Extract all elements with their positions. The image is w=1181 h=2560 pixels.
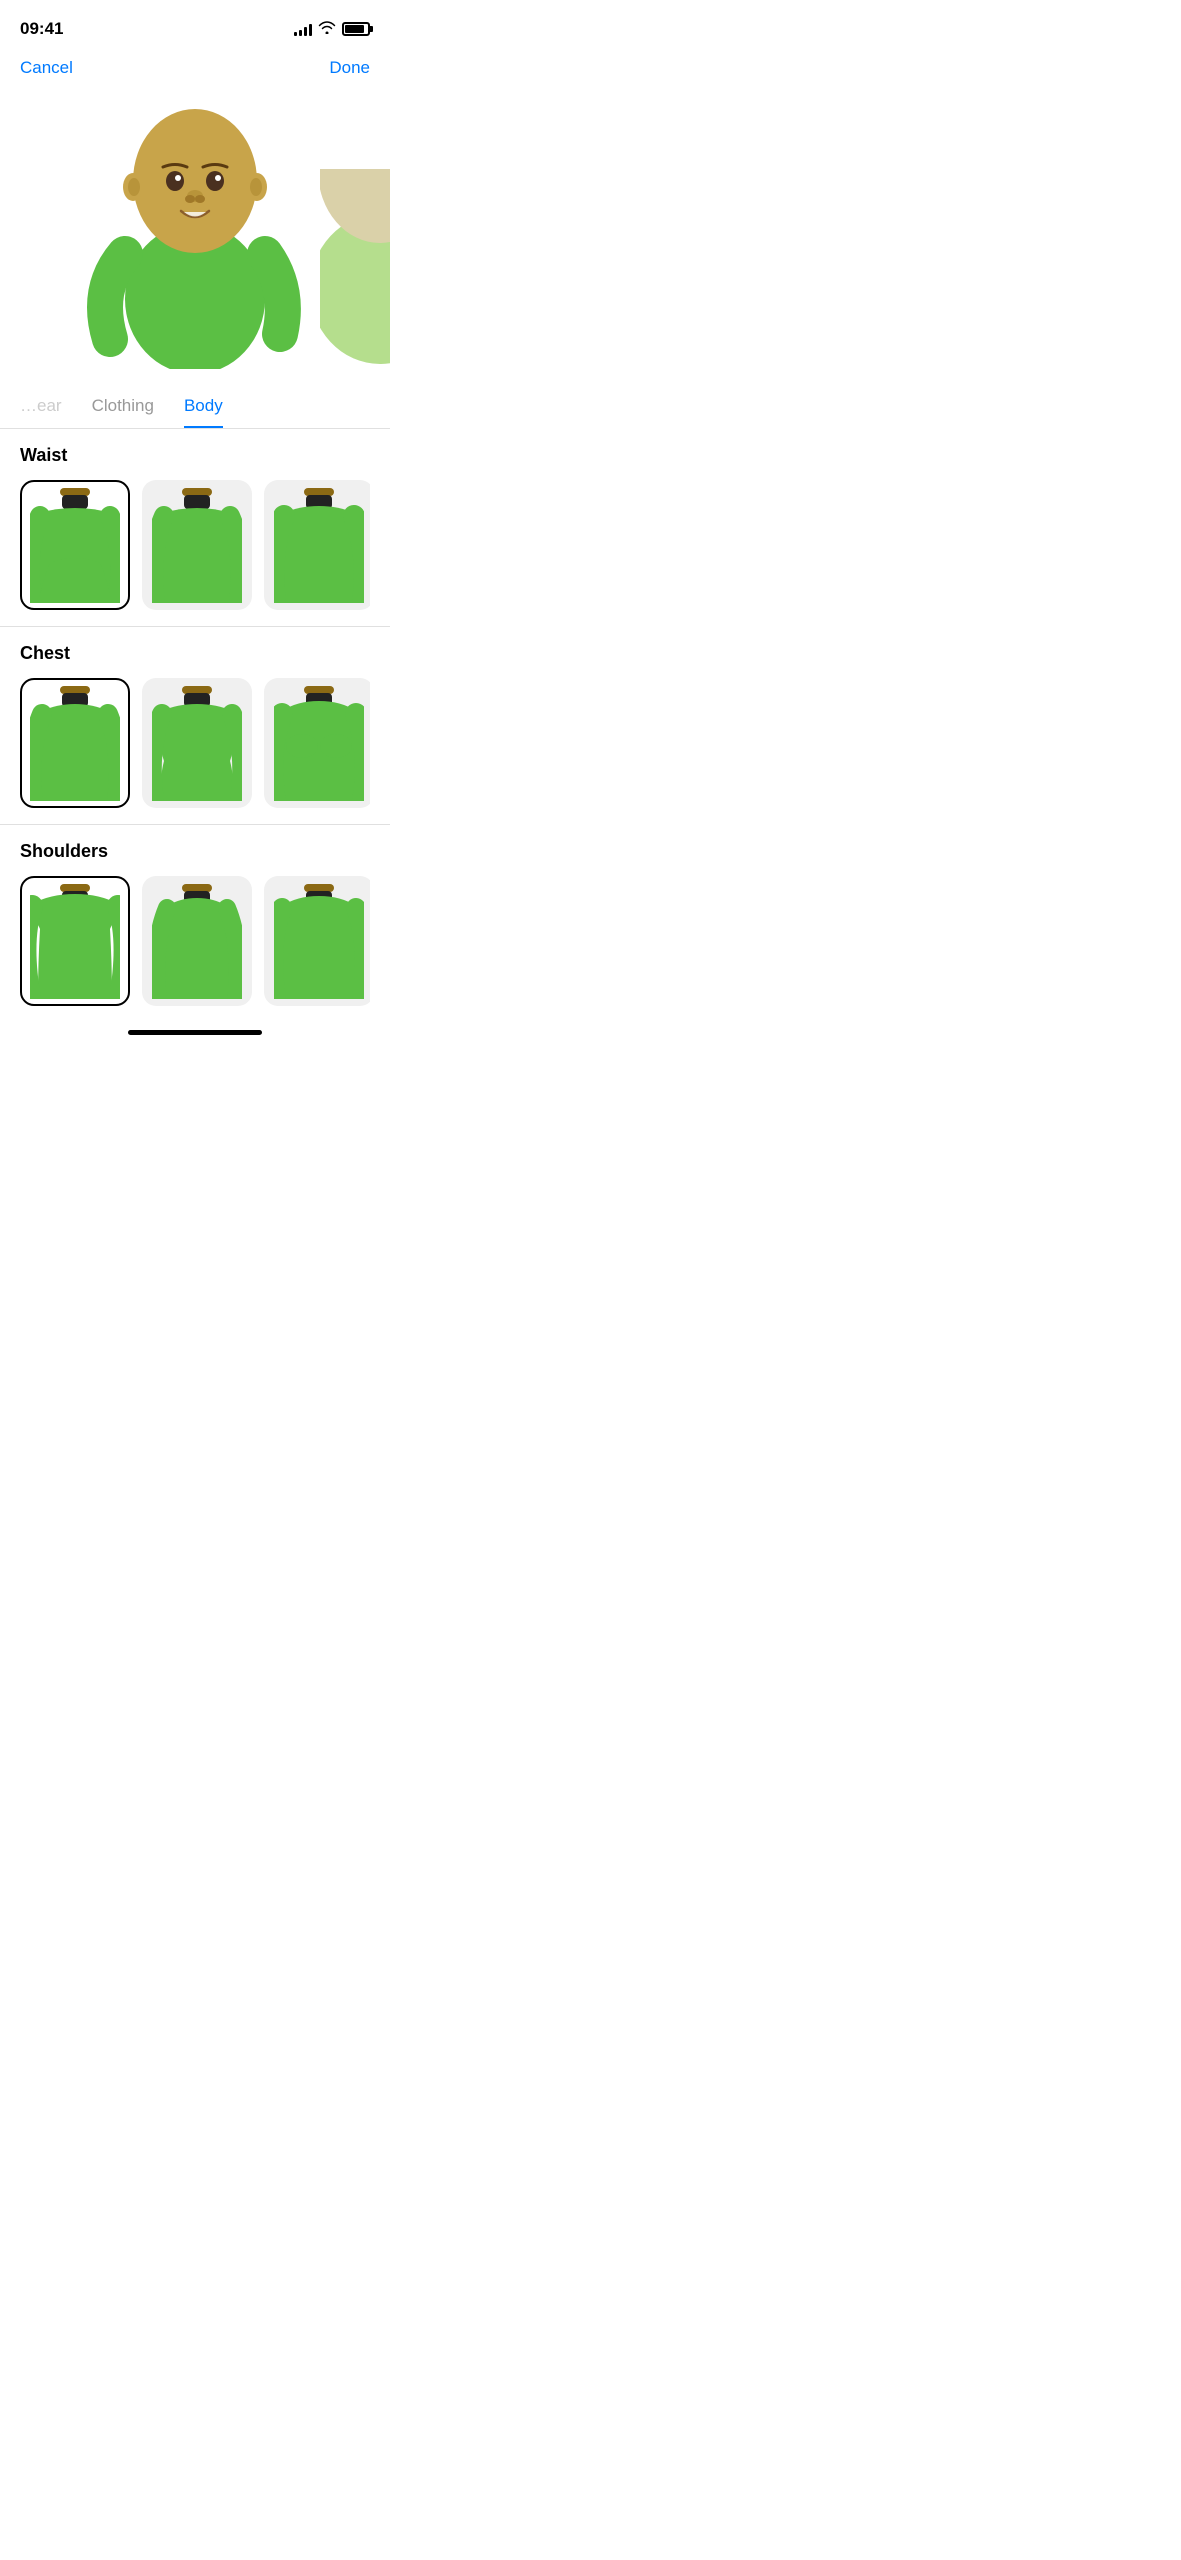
chest-option-2[interactable] bbox=[142, 678, 252, 808]
tab-selector: …ear Clothing Body bbox=[0, 384, 390, 429]
shoulders-title: Shoulders bbox=[20, 841, 370, 862]
status-icons bbox=[294, 20, 370, 39]
nav-bar: Cancel Done bbox=[0, 50, 390, 94]
chest-title: Chest bbox=[20, 643, 370, 664]
tab-body[interactable]: Body bbox=[184, 384, 223, 428]
waist-option-3[interactable] bbox=[264, 480, 370, 610]
cancel-button[interactable]: Cancel bbox=[20, 58, 73, 78]
shoulders-option-2[interactable] bbox=[142, 876, 252, 1006]
battery-icon bbox=[342, 22, 370, 36]
waist-options bbox=[20, 480, 370, 626]
waist-option-2[interactable] bbox=[142, 480, 252, 610]
waist-section: Waist bbox=[0, 429, 390, 627]
avatar-preview bbox=[0, 94, 390, 374]
chest-option-1[interactable] bbox=[20, 678, 130, 808]
done-button[interactable]: Done bbox=[329, 58, 370, 78]
home-bar bbox=[128, 1030, 262, 1035]
shoulders-options bbox=[20, 876, 370, 1022]
avatar-secondary bbox=[320, 169, 390, 374]
tab-clothing[interactable]: Clothing bbox=[92, 384, 154, 428]
home-indicator[interactable] bbox=[0, 1022, 390, 1041]
wifi-icon bbox=[318, 20, 336, 39]
shoulders-section: Shoulders bbox=[0, 825, 390, 1022]
status-time: 09:41 bbox=[20, 19, 63, 39]
status-bar: 09:41 bbox=[0, 0, 390, 50]
signal-icon bbox=[294, 22, 312, 36]
waist-option-1[interactable] bbox=[20, 480, 130, 610]
chest-option-3[interactable] bbox=[264, 678, 370, 808]
avatar-main bbox=[75, 99, 315, 374]
shoulders-option-1[interactable] bbox=[20, 876, 130, 1006]
waist-title: Waist bbox=[20, 445, 370, 466]
tab-headwear[interactable]: …ear bbox=[20, 384, 62, 428]
chest-options bbox=[20, 678, 370, 824]
chest-section: Chest bbox=[0, 627, 390, 825]
shoulders-option-3[interactable] bbox=[264, 876, 370, 1006]
